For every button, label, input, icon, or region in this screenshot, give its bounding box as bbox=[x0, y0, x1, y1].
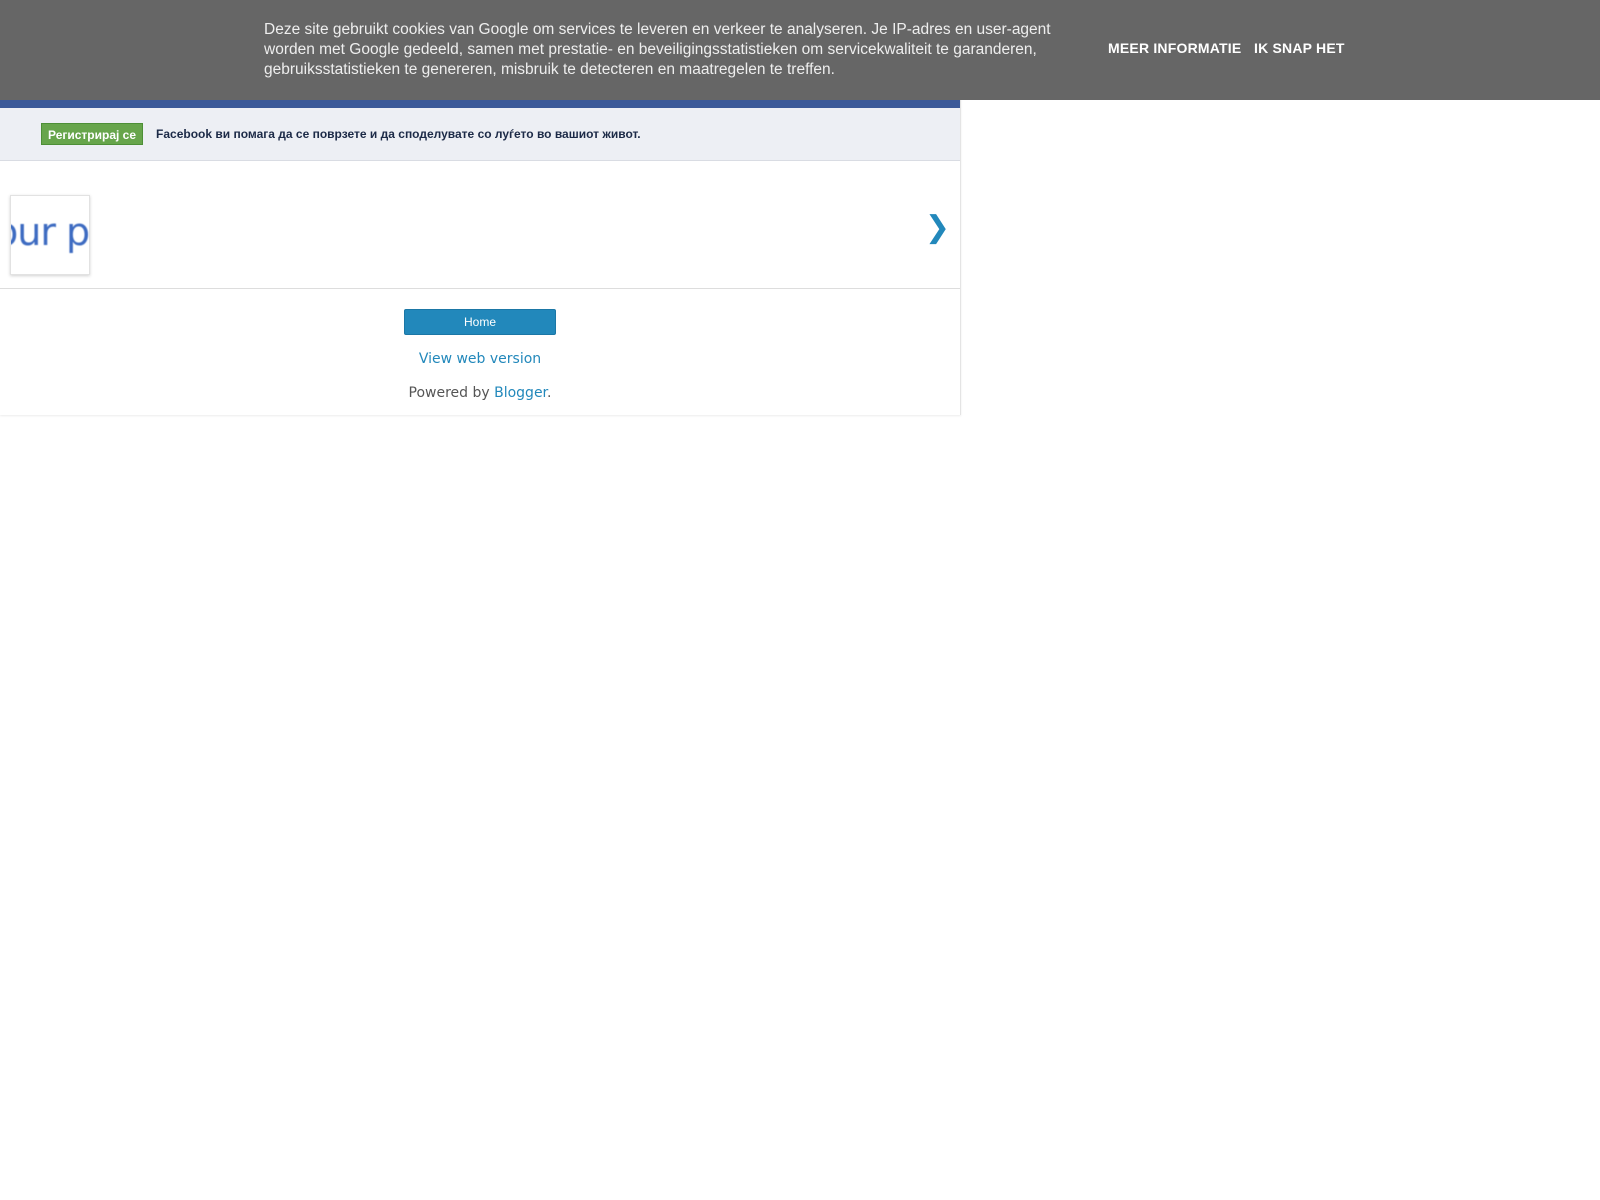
facebook-tagline: Facebook ви помага да се поврзете и да с… bbox=[156, 127, 641, 141]
chevron-right-icon[interactable]: ❯ bbox=[925, 213, 950, 243]
powered-by-text: Powered by Blogger. bbox=[0, 385, 960, 401]
post-thumbnail[interactable]: our p bbox=[10, 195, 90, 275]
powered-by-prefix: Powered by bbox=[408, 385, 495, 401]
post-slider: our p ❯ bbox=[0, 161, 960, 289]
cookie-notice-bar: Deze site gebruikt cookies van Google om… bbox=[0, 0, 1600, 100]
thumbnail-image-text: our p bbox=[11, 210, 90, 254]
view-web-version-link[interactable]: View web version bbox=[0, 351, 960, 367]
blogger-link[interactable]: Blogger bbox=[494, 385, 547, 401]
powered-by-suffix: . bbox=[547, 385, 552, 401]
blog-footer: Home View web version Powered by Blogger… bbox=[0, 289, 960, 401]
register-button[interactable]: Регистрирај се bbox=[41, 123, 144, 145]
facebook-signup-strip: Регистрирај се Facebook ви помага да се … bbox=[0, 108, 960, 161]
more-information-button[interactable]: MEER INFORMATIE bbox=[1108, 40, 1241, 56]
accept-cookies-button[interactable]: IK SNAP HET bbox=[1254, 40, 1345, 56]
home-button[interactable]: Home bbox=[404, 309, 556, 335]
cookie-notice-text: Deze site gebruikt cookies van Google om… bbox=[264, 21, 1051, 78]
